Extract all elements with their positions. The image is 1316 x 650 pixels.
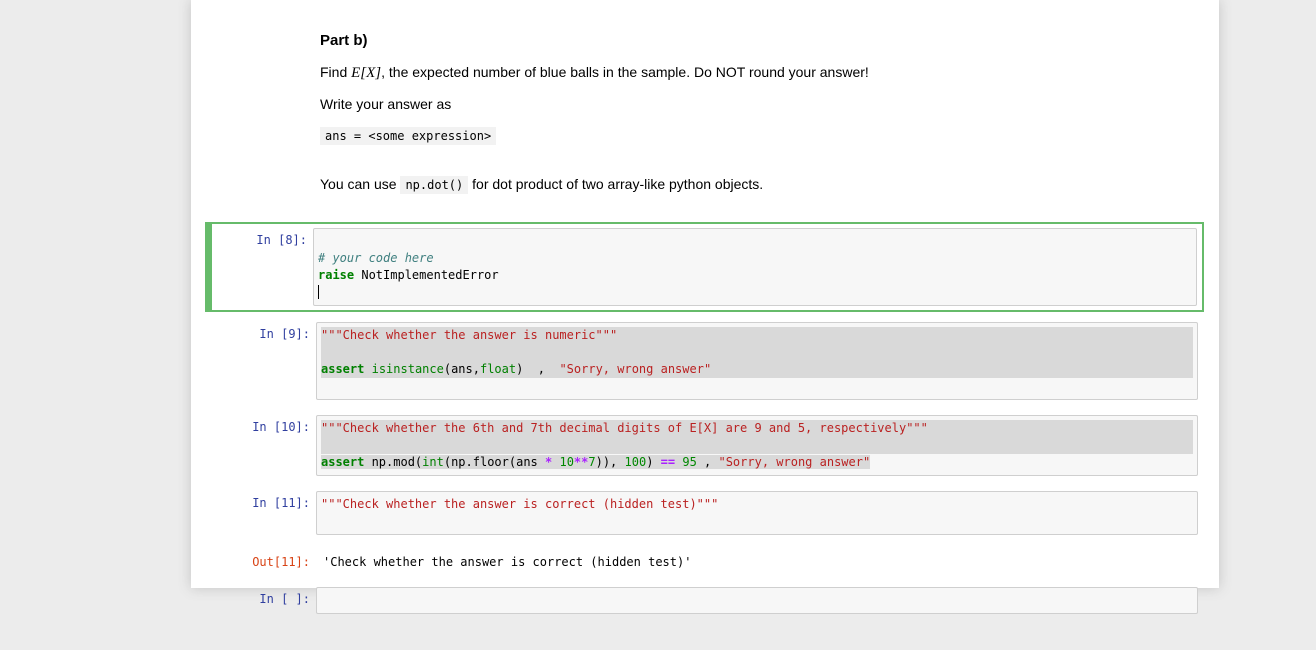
code-line: # your code here <box>318 250 1192 267</box>
code-cell-in9[interactable]: In [9]: """Check whether the answer is n… <box>205 322 1198 400</box>
code-text: ) <box>646 455 661 469</box>
code-string: "Sorry, wrong answer" <box>559 362 712 376</box>
code-line: """Check whether the 6th and 7th decimal… <box>321 420 1193 437</box>
code-keyword: assert <box>321 455 365 469</box>
inline-code-ans: ans = <some expression> <box>320 127 497 145</box>
code-line: """Check whether the answer is correct (… <box>321 496 1193 513</box>
md-text: for dot product of two array-like python… <box>468 176 764 192</box>
code-line: assert np.mod(int(np.floor(ans * 10**7))… <box>321 454 1193 471</box>
code-line <box>321 437 1193 454</box>
code-editor-in11[interactable]: """Check whether the answer is correct (… <box>316 491 1198 535</box>
code-cell-in11[interactable]: In [11]: """Check whether the answer is … <box>205 491 1198 535</box>
code-line: raise NotImplementedError <box>318 267 1192 284</box>
code-line <box>321 344 1193 361</box>
input-prompt-empty: In [ ]: <box>259 592 310 606</box>
code-number: 10 <box>559 455 574 469</box>
code-text: NotImplementedError <box>354 268 499 282</box>
input-prompt-in11: In [11]: <box>252 496 310 510</box>
markdown-cell[interactable]: Part b) Find E[X], the expected number o… <box>191 0 1219 194</box>
code-builtin: int <box>422 455 444 469</box>
code-string: """Check whether the 6th and 7th decimal… <box>321 421 928 435</box>
md-paragraph-write: Write your answer as <box>320 96 452 112</box>
code-operator: == <box>660 455 676 469</box>
md-text: Find <box>320 64 352 80</box>
md-code-block: ans = <some expression> <box>320 126 1198 145</box>
notebook-container: Part b) Find E[X], the expected number o… <box>191 0 1219 614</box>
code-cell-in10[interactable]: In [10]: """Check whether the 6th and 7t… <box>205 415 1198 476</box>
output-text: 'Check whether the answer is correct (hi… <box>323 555 692 569</box>
text-cursor <box>318 285 319 299</box>
code-text: (np.floor(ans <box>443 455 545 469</box>
md-paragraph-find: Find E[X], the expected number of blue b… <box>320 63 1198 82</box>
code-keyword: assert <box>321 362 365 376</box>
md-text: , the expected number of blue balls in t… <box>381 64 869 80</box>
code-string: """Check whether the answer is numeric""… <box>321 328 618 342</box>
code-text: ) , <box>516 362 560 376</box>
selected-cell-bar <box>207 224 212 310</box>
code-text: )), <box>595 455 625 469</box>
code-line <box>318 284 1192 301</box>
part-heading: Part b) <box>320 32 368 49</box>
code-editor-in10[interactable]: """Check whether the 6th and 7th decimal… <box>316 415 1198 476</box>
output-area-out11: Out[11]: 'Check whether the answer is co… <box>205 550 1198 571</box>
code-string: """Check whether the answer is correct (… <box>321 497 719 511</box>
code-comment: # your code here <box>318 251 434 265</box>
code-cell-empty[interactable]: In [ ]: <box>205 587 1198 614</box>
code-text: (ans, <box>443 362 480 376</box>
code-builtin: isinstance <box>371 362 444 376</box>
code-text: np.mod( <box>364 455 423 469</box>
code-line: assert isinstance(ans,float) , "Sorry, w… <box>321 361 1193 378</box>
code-text: , <box>696 455 719 469</box>
code-line: """Check whether the answer is numeric""… <box>321 327 1193 344</box>
code-builtin: float <box>479 362 517 376</box>
math-expression: E[X] <box>351 65 382 81</box>
code-editor-in9[interactable]: """Check whether the answer is numeric""… <box>316 322 1198 400</box>
code-string: "Sorry, wrong answer" <box>718 455 871 469</box>
inline-code-npdot: np.dot() <box>400 176 469 194</box>
output-prompt-out11: Out[11]: <box>252 555 310 569</box>
code-keyword: raise <box>318 268 355 282</box>
code-operator: ** <box>573 455 589 469</box>
md-text: You can use <box>320 176 401 192</box>
code-number: 95 <box>682 455 697 469</box>
md-paragraph-use: You can use np.dot() for dot product of … <box>320 175 1198 194</box>
input-prompt-in9: In [9]: <box>259 327 310 341</box>
code-editor-empty[interactable] <box>316 587 1198 614</box>
input-prompt-in8: In [8]: <box>256 233 307 247</box>
code-number: 100 <box>624 455 647 469</box>
code-number: 7 <box>588 455 596 469</box>
code-cell-in8[interactable]: In [8]: # your code here raise NotImplem… <box>205 222 1204 312</box>
input-prompt-in10: In [10]: <box>252 420 310 434</box>
code-editor-in8[interactable]: # your code here raise NotImplementedErr… <box>313 228 1197 306</box>
